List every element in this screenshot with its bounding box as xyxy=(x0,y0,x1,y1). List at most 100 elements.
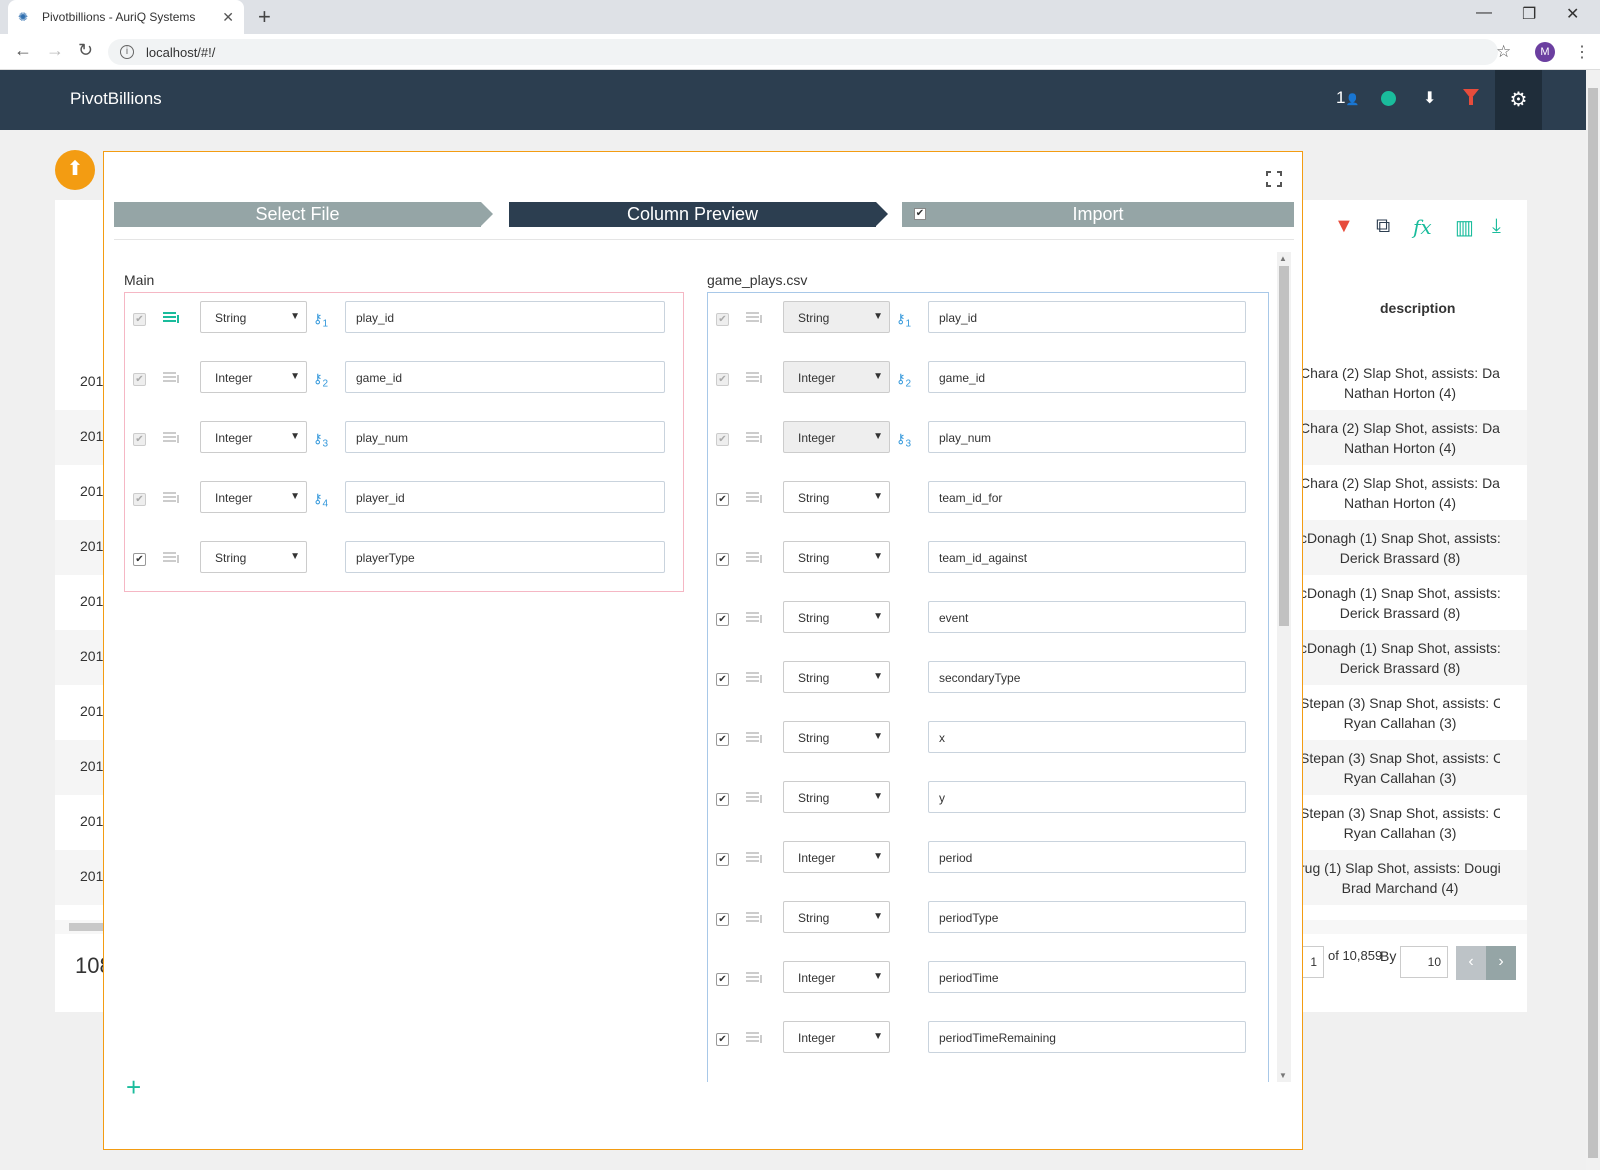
type-select[interactable]: String ▼ xyxy=(783,301,890,333)
type-select[interactable]: String ▼ xyxy=(783,661,890,693)
key-icon[interactable]: ⚷2 xyxy=(313,371,328,390)
type-select[interactable]: String ▼ xyxy=(783,901,890,933)
include-checkbox[interactable]: ✔ xyxy=(716,553,729,566)
include-checkbox[interactable]: ✔ xyxy=(716,1033,729,1046)
step-select-file[interactable]: Select File xyxy=(114,202,493,227)
type-select[interactable]: String ▼ xyxy=(200,301,307,333)
users-indicator[interactable]: 1👤 xyxy=(1336,88,1359,108)
include-checkbox[interactable]: ✔ xyxy=(716,433,729,446)
include-checkbox[interactable]: ✔ xyxy=(716,613,729,626)
profile-avatar[interactable]: M xyxy=(1535,42,1555,62)
type-select[interactable]: String ▼ xyxy=(783,721,890,753)
page-scrollbar[interactable] xyxy=(1586,70,1600,1170)
fullscreen-icon[interactable] xyxy=(1266,171,1282,187)
column-name-field[interactable]: periodTimeRemaining xyxy=(928,1021,1246,1053)
key-icon[interactable]: ⚷3 xyxy=(896,431,911,450)
column-name-field[interactable]: play_num xyxy=(928,421,1246,453)
include-checkbox[interactable]: ✔ xyxy=(716,913,729,926)
reorder-handle-icon[interactable] xyxy=(746,972,764,984)
next-page-button[interactable]: › xyxy=(1486,946,1516,980)
import-checkbox[interactable]: ✔ xyxy=(914,208,926,220)
modal-scrollbar[interactable]: ▲ ▼ xyxy=(1277,252,1291,1082)
include-checkbox[interactable]: ✔ xyxy=(716,733,729,746)
column-name-field[interactable]: event xyxy=(928,601,1246,633)
include-checkbox[interactable]: ✔ xyxy=(716,853,729,866)
include-checkbox[interactable]: ✔ xyxy=(716,373,729,386)
column-name-field[interactable]: play_id xyxy=(928,301,1246,333)
upload-button[interactable]: ⬆ xyxy=(55,150,95,190)
pivot-icon[interactable]: ⧉ xyxy=(1376,215,1390,238)
include-checkbox[interactable]: ✔ xyxy=(133,433,146,446)
column-name-field[interactable]: period xyxy=(928,841,1246,873)
reorder-handle-icon[interactable] xyxy=(746,912,764,924)
window-close-icon[interactable]: ✕ xyxy=(1566,4,1579,24)
type-select[interactable]: Integer ▼ xyxy=(783,361,890,393)
reorder-handle-icon[interactable] xyxy=(746,852,764,864)
reorder-handle-icon[interactable] xyxy=(746,312,764,324)
reorder-handle-icon[interactable] xyxy=(163,372,181,384)
restore-icon[interactable]: ❐ xyxy=(1522,4,1536,24)
column-name-field[interactable]: y xyxy=(928,781,1246,813)
key-icon[interactable]: ⚷2 xyxy=(896,371,911,390)
column-name-field[interactable]: periodTime xyxy=(928,961,1246,993)
include-checkbox[interactable]: ✔ xyxy=(716,493,729,506)
column-name-field[interactable]: secondaryType xyxy=(928,661,1246,693)
include-checkbox[interactable]: ✔ xyxy=(716,973,729,986)
back-icon[interactable]: ← xyxy=(14,40,32,61)
type-select[interactable]: String ▼ xyxy=(783,541,890,573)
reload-icon[interactable]: ↻ xyxy=(78,40,93,61)
reorder-handle-icon[interactable] xyxy=(163,552,181,564)
filter-icon[interactable] xyxy=(1463,89,1479,105)
column-name-field[interactable]: team_id_for xyxy=(928,481,1246,513)
key-icon[interactable]: ⚷3 xyxy=(313,431,328,450)
type-select[interactable]: String ▼ xyxy=(783,481,890,513)
reorder-handle-icon[interactable] xyxy=(746,432,764,444)
column-name-field[interactable]: periodType xyxy=(928,901,1246,933)
column-name-field[interactable]: game_id xyxy=(345,361,665,393)
type-select[interactable]: String ▼ xyxy=(200,541,307,573)
url-field[interactable]: i localhost/#!/ xyxy=(108,39,1498,65)
info-icon[interactable]: i xyxy=(120,45,134,59)
type-select[interactable]: String ▼ xyxy=(783,601,890,633)
browser-tab[interactable]: ✺ Pivotbillions - AuriQ Systems ✕ xyxy=(8,0,244,34)
brand-title[interactable]: PivotBillions xyxy=(70,89,162,109)
forward-icon[interactable]: → xyxy=(46,40,64,61)
reorder-handle-icon[interactable] xyxy=(746,792,764,804)
reorder-handle-icon[interactable] xyxy=(746,612,764,624)
type-select[interactable]: Integer ▼ xyxy=(783,1021,890,1053)
include-checkbox[interactable]: ✔ xyxy=(133,493,146,506)
formula-fx-icon[interactable]: fx xyxy=(1413,215,1432,239)
table-filter-icon[interactable]: ▼ xyxy=(1334,215,1354,238)
reorder-handle-icon[interactable] xyxy=(163,492,181,504)
description-column-header[interactable]: description xyxy=(1380,300,1455,316)
status-dot-icon[interactable] xyxy=(1381,91,1396,106)
include-checkbox[interactable]: ✔ xyxy=(716,673,729,686)
columns-icon[interactable]: ▥ xyxy=(1455,215,1474,240)
minimize-icon[interactable]: — xyxy=(1476,4,1492,22)
key-icon[interactable]: ⚷4 xyxy=(313,491,328,510)
reorder-handle-icon[interactable] xyxy=(163,432,181,444)
reorder-handle-icon[interactable] xyxy=(746,672,764,684)
new-tab-button[interactable]: + xyxy=(258,5,271,29)
column-name-field[interactable]: play_num xyxy=(345,421,665,453)
include-checkbox[interactable]: ✔ xyxy=(133,553,146,566)
download-icon[interactable]: ⬇ xyxy=(1423,88,1436,108)
browser-menu-icon[interactable]: ⋮ xyxy=(1574,42,1590,62)
type-select[interactable]: Integer ▼ xyxy=(200,481,307,513)
key-icon[interactable]: ⚷1 xyxy=(313,311,328,330)
step-column-preview[interactable]: Column Preview xyxy=(509,202,888,227)
reorder-handle-icon[interactable] xyxy=(746,552,764,564)
settings-gear-icon[interactable]: ⚙ xyxy=(1495,70,1542,130)
reorder-handle-icon[interactable] xyxy=(746,1032,764,1044)
reorder-handle-icon[interactable] xyxy=(163,312,181,324)
reorder-handle-icon[interactable] xyxy=(746,732,764,744)
reorder-handle-icon[interactable] xyxy=(746,492,764,504)
type-select[interactable]: Integer ▼ xyxy=(200,361,307,393)
reorder-handle-icon[interactable] xyxy=(746,372,764,384)
bookmark-star-icon[interactable]: ☆ xyxy=(1496,42,1511,62)
include-checkbox[interactable]: ✔ xyxy=(716,793,729,806)
prev-page-button[interactable]: ‹ xyxy=(1456,946,1486,980)
type-select[interactable]: Integer ▼ xyxy=(783,421,890,453)
type-select[interactable]: Integer ▼ xyxy=(783,961,890,993)
page-number-input[interactable]: 1 xyxy=(1300,946,1324,978)
